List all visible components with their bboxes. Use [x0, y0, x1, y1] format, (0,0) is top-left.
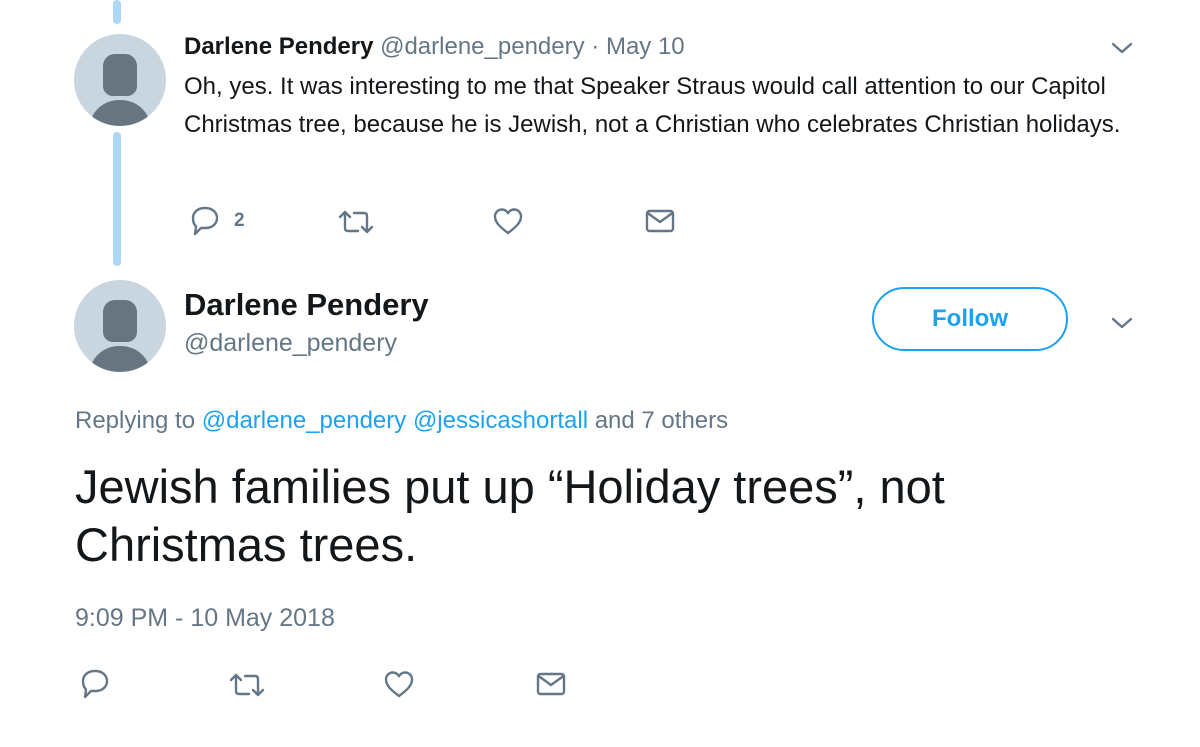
retweet-button[interactable] [227, 671, 267, 699]
reply-icon [191, 206, 219, 236]
display-name[interactable]: Darlene Pendery [184, 33, 373, 60]
mention-link[interactable]: @darlene_pendery [202, 407, 407, 434]
others-link[interactable]: and 7 others [595, 407, 728, 434]
reply-button[interactable]: 2 [190, 205, 245, 237]
retweet-button[interactable] [336, 208, 376, 236]
like-icon [493, 208, 523, 235]
reply-icon [81, 669, 109, 699]
reply-count: 2 [234, 210, 245, 231]
chevron-down-icon[interactable] [1110, 313, 1134, 333]
user-handle[interactable]: @darlene_pendery [380, 33, 585, 60]
replying-to-label: Replying to [75, 407, 196, 434]
mention-link[interactable]: @jessicashortall [413, 407, 588, 434]
header-separator: · [591, 33, 600, 60]
tweet-header: Darlene Pendery @darlene_pendery · May 1… [184, 32, 685, 62]
display-name[interactable]: Darlene Pendery [184, 287, 429, 323]
avatar-body-shape [89, 346, 151, 372]
user-handle[interactable]: @darlene_pendery [184, 327, 397, 359]
replying-to-line: Replying to @darlene_pendery @jessicasho… [75, 406, 728, 436]
like-button[interactable] [492, 206, 524, 236]
avatar-head-shape [103, 300, 137, 342]
chevron-down-icon[interactable] [1110, 38, 1134, 58]
tweet-date[interactable]: May 10 [606, 33, 685, 60]
tweet-text: Oh, yes. It was interesting to me that S… [184, 73, 1121, 138]
tweet-text: Jewish families put up “Holiday trees”, … [75, 460, 945, 571]
thread-connector-bottom [113, 132, 121, 266]
direct-message-icon [645, 209, 675, 233]
like-icon [384, 671, 414, 698]
direct-message-icon [536, 672, 566, 696]
direct-message-button[interactable] [536, 671, 566, 697]
like-button[interactable] [383, 669, 415, 699]
avatar[interactable] [74, 34, 166, 126]
direct-message-button[interactable] [645, 208, 675, 234]
thread-connector-top [113, 0, 121, 24]
tweet-thread: Darlene Pendery @darlene_pendery · May 1… [0, 0, 1200, 747]
avatar[interactable] [74, 280, 166, 372]
retweet-icon [338, 210, 374, 234]
avatar-body-shape [89, 100, 151, 126]
tweet-timestamp[interactable]: 9:09 PM - 10 May 2018 [75, 603, 335, 633]
retweet-icon [229, 673, 265, 697]
avatar-head-shape [103, 54, 137, 96]
follow-button[interactable]: Follow [872, 287, 1068, 351]
reply-button[interactable] [80, 668, 110, 700]
